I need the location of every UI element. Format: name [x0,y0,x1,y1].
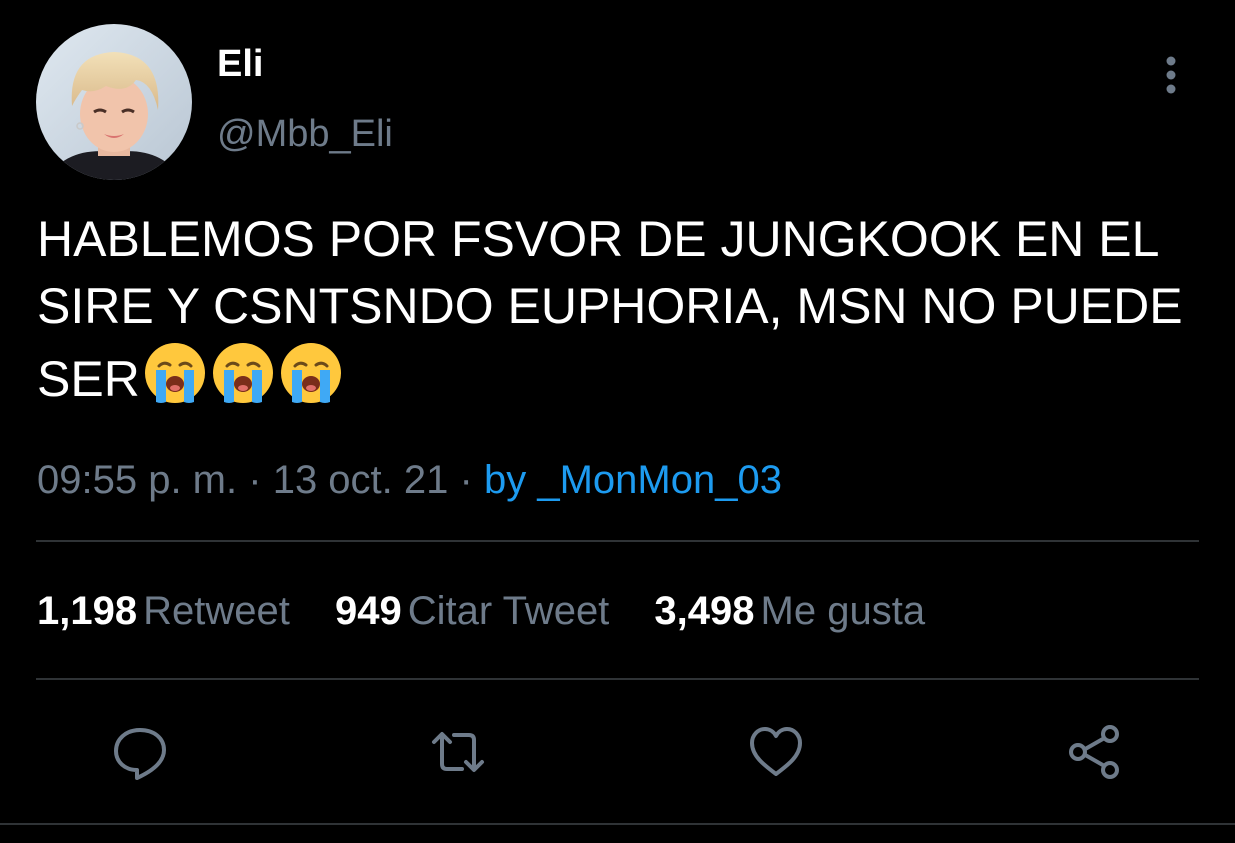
vertical-ellipsis-icon [1166,56,1176,94]
author-handle[interactable]: @Mbb_Eli [217,112,393,156]
tweet-source-link[interactable]: by _MonMon_03 [484,458,782,502]
emoji-group [142,340,346,423]
meta-separator: · [248,458,262,502]
loudly-crying-face-icon [144,343,205,403]
retweets-count: 1,198 [37,589,138,633]
loudly-crying-face-icon [280,343,341,403]
retweets-stat[interactable]: 1,198 Retweet [37,586,290,636]
tweet-date[interactable]: 13 oct. 21 [273,458,449,502]
retweet-button[interactable] [428,722,488,782]
likes-stat[interactable]: 3,498 Me gusta [654,586,925,636]
author-display-name[interactable]: Eli [217,42,263,86]
meta-separator: · [459,458,473,502]
tweet-body: HABLEMOS POR FSVOR DE JUNGKOOK EN EL SIR… [37,206,1212,423]
loudly-crying-face-icon [212,343,273,403]
divider [36,540,1199,542]
reply-button[interactable] [110,722,170,782]
like-button[interactable] [746,722,806,782]
likes-count: 3,498 [654,589,755,633]
retweets-label: Retweet [143,589,290,633]
tweet-time[interactable]: 09:55 p. m. [37,458,237,502]
speech-bubble-icon [114,728,166,780]
heart-icon [750,727,802,776]
avatar[interactable] [36,24,192,180]
divider [36,678,1199,680]
tweet-stats: 1,198 Retweet 949 Citar Tweet 3,498 Me gust… [37,586,959,636]
more-options-button[interactable] [1152,54,1190,98]
retweet-arrows-icon [432,732,484,772]
avatar-image [36,24,192,180]
quotes-label: Citar Tweet [407,589,610,633]
bottom-divider [0,823,1235,825]
quotes-stat[interactable]: 949 Citar Tweet [335,586,609,636]
quotes-count: 949 [334,589,402,633]
tweet-meta: 09:55 p. m. · 13 oct. 21 · by _MonMon_03 [37,455,782,505]
likes-label: Me gusta [760,589,926,633]
share-button[interactable] [1064,722,1124,782]
share-nodes-icon [1069,725,1119,779]
